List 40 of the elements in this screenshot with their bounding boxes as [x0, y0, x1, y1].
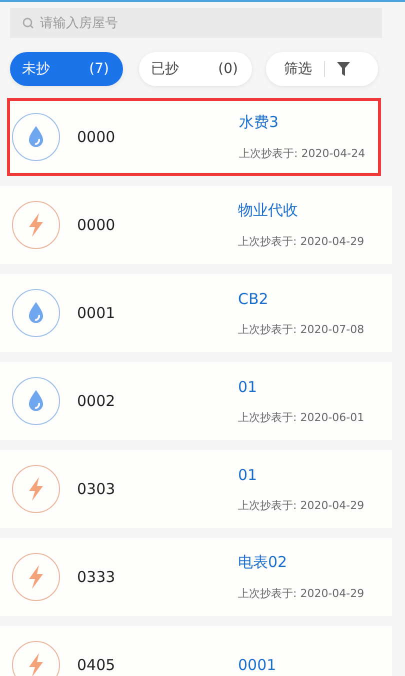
meter-title: 物业代收	[238, 201, 299, 220]
water-drop-icon	[12, 289, 60, 337]
filter-icon	[337, 62, 350, 76]
last-read-date: 上次抄表于: 2020-06-01	[238, 410, 364, 424]
lightning-icon	[12, 553, 60, 601]
house-number: 0333	[77, 568, 116, 586]
last-read-date: 上次抄表于: 2020-04-29	[238, 586, 364, 601]
lightning-icon	[12, 201, 60, 249]
lightning-icon	[12, 465, 60, 513]
tab[interactable]: 未抄 (7)	[10, 52, 123, 86]
meter-card[interactable]: 0405 0001	[0, 626, 392, 676]
tab[interactable]: 已抄 (0)	[139, 52, 252, 86]
meter-title: 01	[238, 378, 258, 396]
meter-card[interactable]: 0333 电表02 上次抄表于: 2020-04-29	[0, 538, 392, 616]
meter-card[interactable]: 0000 物业代收 上次抄表于: 2020-04-29	[0, 186, 392, 264]
meter-title: 电表02	[238, 553, 288, 572]
meter-title: CB2	[238, 290, 270, 308]
meter-card[interactable]: 0001 CB2 上次抄表于: 2020-07-08	[0, 274, 392, 352]
water-drop-icon	[12, 113, 60, 161]
last-read-date: 上次抄表于: 2020-04-24	[239, 146, 366, 161]
last-read-date: 上次抄表于: 2020-07-08	[238, 322, 364, 336]
meter-title: 0001	[238, 656, 276, 674]
meter-title: 水费3	[239, 113, 280, 132]
house-number: 0001	[77, 304, 116, 322]
water-drop-icon	[12, 377, 60, 425]
house-number: 0405	[77, 656, 116, 674]
last-read-date: 上次抄表于: 2020-04-29	[238, 234, 364, 249]
search-icon	[22, 17, 34, 29]
lightning-icon	[12, 641, 60, 676]
house-number: 0002	[77, 392, 116, 410]
meter-card[interactable]: 0303 01 上次抄表于: 2020-04-29	[0, 450, 392, 528]
last-read-date: 上次抄表于: 2020-04-29	[238, 498, 364, 512]
house-number: 0000	[77, 128, 116, 146]
search-field[interactable]: 请输入房屋号	[10, 8, 382, 38]
meter-card[interactable]: 0002 01 上次抄表于: 2020-06-01	[0, 362, 392, 440]
house-number: 0303	[77, 480, 116, 498]
filter-button[interactable]: 筛选	[266, 52, 378, 86]
house-number: 0000	[77, 216, 116, 234]
meter-title: 01	[238, 466, 258, 484]
meter-card[interactable]: 0000 水费3 上次抄表于: 2020-04-24	[7, 98, 381, 176]
